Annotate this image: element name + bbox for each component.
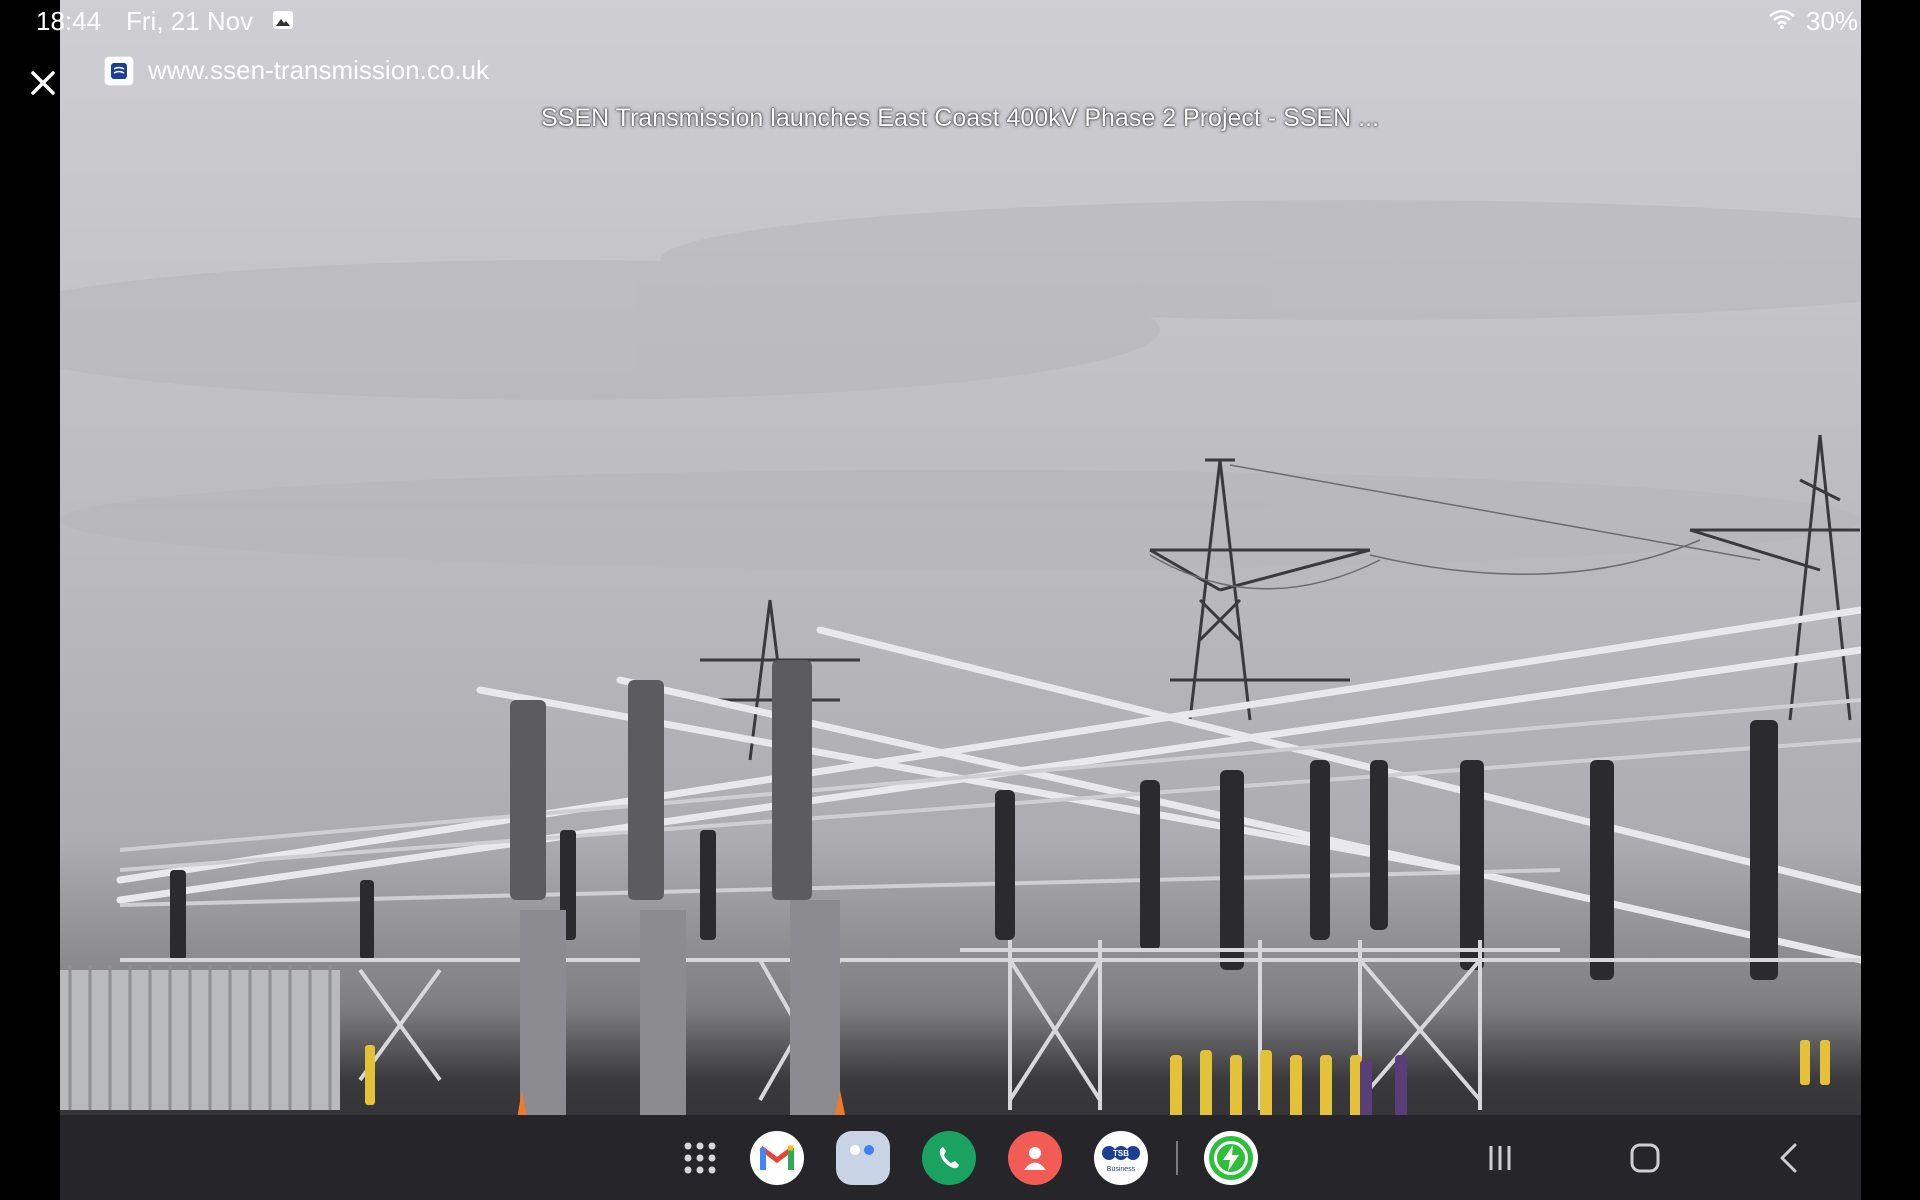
site-url: www.ssen-transmission.co.uk [148,55,489,85]
phone-app-icon[interactable] [922,1131,976,1185]
palisade-fence [60,970,340,1110]
substation-photo [60,0,1861,1200]
page-title[interactable]: SSEN Transmission launches East Coast 40… [0,104,1920,133]
power-app-icon[interactable] [1204,1131,1258,1185]
status-bar: 18:44 Fri, 21 Nov 30% [0,0,1920,40]
wifi-icon [1769,9,1795,29]
source-site-link[interactable]: www.ssen-transmission.co.uk [104,55,489,86]
close-icon[interactable] [24,64,62,102]
status-time: 18:44 [36,6,102,36]
tsb-business-app-icon[interactable]: TSB Business [1094,1131,1148,1185]
tsb-business-text: Business [1107,1166,1136,1173]
contacts-app-icon[interactable] [1008,1131,1062,1185]
dock-separator [1176,1141,1178,1175]
battery-level: 30% [1806,6,1859,36]
tsb-logo-text: TSB [1113,1149,1129,1158]
status-date: Fri, 21 Nov [126,6,254,36]
recent-apps-icon[interactable] [1480,1138,1520,1178]
back-icon[interactable] [1770,1138,1810,1178]
apps-grid-icon[interactable] [680,1138,720,1178]
ssen-favicon-icon [104,55,134,86]
home-icon[interactable] [1625,1138,1665,1178]
substation-illustration [60,200,1861,1200]
pylon-right [1689,434,1860,721]
app-dock: TSB Business [680,1130,1290,1186]
gallery-icon [273,11,293,29]
gmail-app-icon[interactable] [750,1131,804,1185]
folder-app-icon[interactable] [836,1131,890,1185]
